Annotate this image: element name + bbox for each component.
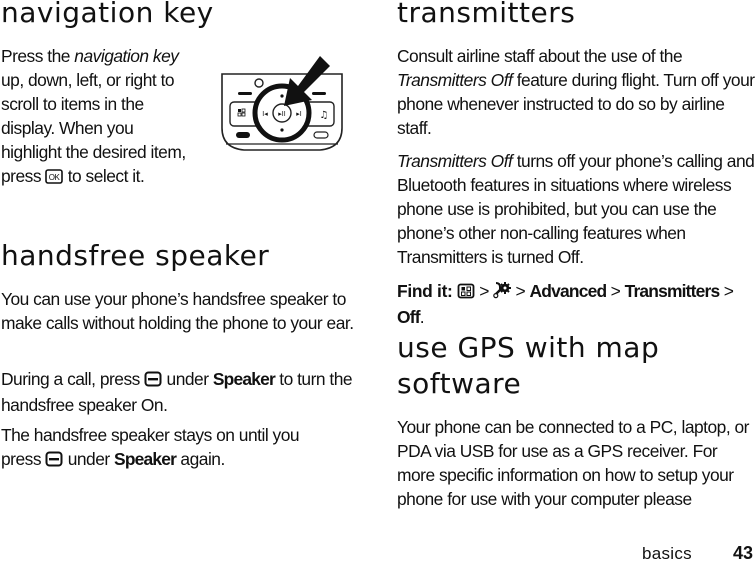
transmitters-paragraph-1: Consult airline staff about the use of t… — [397, 46, 755, 138]
handsfree-speaker-heading: handsfree speaker — [1, 239, 270, 272]
small-circle-key — [254, 78, 264, 88]
svg-text:♫: ♫ — [320, 110, 329, 121]
transmitters-paragraph-2: Transmitters Off turns off your phone’s … — [397, 151, 755, 267]
navigation-key-heading: navigation key — [1, 0, 214, 29]
page-number: 43 — [733, 543, 754, 563]
find-it-path: Find it: > > Advanced > Transmitters > O… — [397, 281, 734, 327]
navigation-key-paragraph: Press the navigation key up, down, left,… — [1, 44, 193, 190]
softkey-icon — [144, 369, 162, 393]
speaker-paragraph-3: The handsfree speaker stays on until you… — [1, 423, 331, 473]
svg-text:OK: OK — [49, 173, 61, 182]
softkey-icon — [45, 449, 63, 473]
section-label: basics — [642, 544, 692, 563]
svg-text:▸I: ▸I — [296, 111, 302, 118]
ok-key-icon: OK — [45, 166, 64, 190]
speaker-paragraph-2: During a call, press under Speaker to tu… — [1, 369, 353, 415]
settings-icon — [493, 281, 512, 305]
svg-text:I◂: I◂ — [262, 111, 268, 118]
gps-paragraph: Your phone can be connected to a PC, lap… — [397, 417, 749, 509]
gps-heading: use GPS with map software — [397, 331, 660, 400]
menu-key-icon — [457, 281, 475, 305]
navigation-key-illustration: ▸II I◂ ▸I ♫ — [216, 52, 348, 156]
speaker-paragraph-1: You can use your phone’s handsfree speak… — [1, 289, 354, 333]
svg-text:▸II: ▸II — [278, 111, 285, 118]
transmitters-heading: transmitters — [397, 0, 576, 29]
